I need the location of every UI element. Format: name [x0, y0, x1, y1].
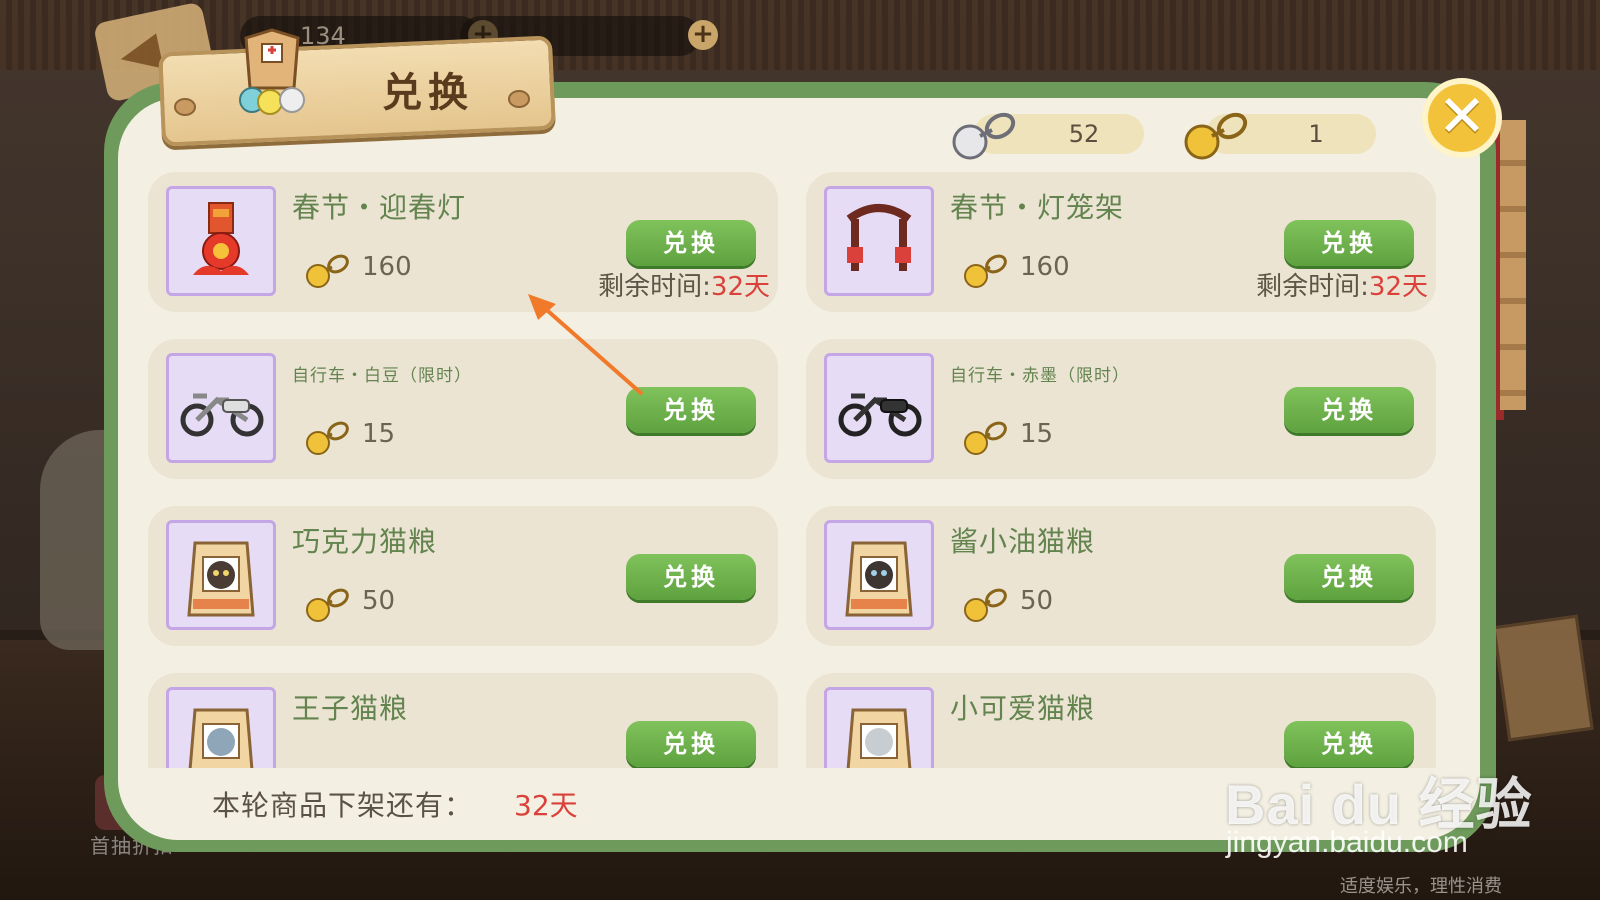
- lantern-rack-icon: [846, 204, 912, 271]
- exchange-button[interactable]: 兑换: [1284, 220, 1414, 266]
- item-card-soy-cat-food[interactable]: 酱小油猫粮 50 兑换: [806, 506, 1436, 646]
- remaining-time-label: 剩余时间:: [1256, 272, 1369, 302]
- baidu-watermark-url: jingyan.baidu.com: [1226, 826, 1468, 859]
- item-name: 春节・灯笼架: [950, 191, 1125, 224]
- lantern-icon: [193, 202, 249, 275]
- item-name: 巧克力猫粮: [292, 525, 438, 558]
- item-list[interactable]: 春节・迎春灯 160 兑换 剩余时间:32天 春节・灯笼架 160 兑换 剩余时…: [140, 170, 1460, 768]
- close-button[interactable]: ✕: [1422, 78, 1502, 158]
- title-board: [158, 35, 556, 147]
- item-price: 15: [362, 419, 396, 449]
- currency-silver: 52: [952, 112, 1144, 160]
- gold-key-coin-icon: [1184, 112, 1248, 160]
- gold-key-coin-icon: [964, 254, 1007, 288]
- item-price: 50: [1020, 586, 1054, 616]
- silver-key-coin-icon: [952, 112, 1016, 160]
- exchange-button[interactable]: 兑换: [626, 220, 756, 266]
- item-name: 自行车・赤墨（限时）: [950, 366, 1130, 386]
- item-name: 酱小油猫粮: [950, 525, 1096, 558]
- remaining-time: 剩余时间:32天: [1256, 266, 1428, 303]
- item-name: 王子猫粮: [292, 692, 409, 725]
- bicycle-icon: [180, 393, 264, 437]
- currency-gold-value: 1: [1308, 120, 1324, 148]
- item-thumbnail: [166, 520, 276, 630]
- item-card-bicycle-white[interactable]: 自行车・白豆（限时） 15 兑换: [148, 339, 778, 479]
- item-card-spring-lantern[interactable]: 春节・迎春灯 160 兑换 剩余时间:32天: [148, 172, 778, 312]
- dialog-title: 兑换: [382, 70, 474, 116]
- currency-silver-value: 52: [1068, 120, 1100, 148]
- item-name: 小可爱猫粮: [950, 692, 1096, 725]
- item-name: 春节・迎春灯: [292, 191, 467, 224]
- exchange-button[interactable]: 兑换: [626, 721, 756, 767]
- footer-note: 适度娱乐，理性消费: [1340, 876, 1502, 897]
- item-thumbnail: [166, 353, 276, 463]
- currency-gold: 1: [1184, 112, 1376, 160]
- item-price: 15: [1020, 419, 1054, 449]
- background-post: [1500, 120, 1526, 410]
- remaining-time-value: 32天: [1368, 272, 1428, 302]
- exchange-machine-icon: [239, 28, 305, 115]
- gold-key-coin-icon: [964, 421, 1007, 455]
- item-price: 160: [1020, 252, 1070, 282]
- footer-days-value: 32天: [514, 789, 578, 822]
- cat-food-bag-icon: [845, 541, 913, 617]
- exchange-button[interactable]: 兑换: [1284, 387, 1414, 433]
- board-nut-icon: [508, 90, 530, 108]
- item-price: 160: [362, 252, 412, 282]
- item-card-cute-cat-food[interactable]: 小可爱猫粮 兑换: [806, 673, 1436, 768]
- board-nut-icon: [174, 98, 196, 116]
- bicycle-icon: [838, 393, 922, 437]
- item-name: 自行车・白豆（限时）: [292, 366, 472, 386]
- background-box: [1492, 614, 1594, 742]
- cat-food-bag-icon: [188, 708, 254, 768]
- item-price: 50: [362, 586, 396, 616]
- gold-key-coin-icon: [306, 588, 349, 622]
- cat-food-bag-icon: [846, 708, 912, 768]
- item-thumbnail: [166, 687, 276, 768]
- item-card-prince-cat-food[interactable]: 王子猫粮 兑换: [148, 673, 778, 768]
- item-card-chocolate-cat-food[interactable]: 巧克力猫粮 50 兑换: [148, 506, 778, 646]
- remaining-time-value: 32天: [710, 272, 770, 302]
- gold-key-coin-icon: [306, 421, 349, 455]
- item-thumbnail: [824, 687, 934, 768]
- item-card-bicycle-red-ink[interactable]: 自行车・赤墨（限时） 15 兑换: [806, 339, 1436, 479]
- item-thumbnail: [824, 186, 934, 296]
- item-thumbnail: [824, 520, 934, 630]
- gold-key-coin-icon: [306, 254, 349, 288]
- gold-key-coin-icon: [964, 588, 1007, 622]
- exchange-button[interactable]: 兑换: [1284, 554, 1414, 600]
- annotation-arrow-icon: [528, 294, 644, 396]
- exchange-button[interactable]: 兑换: [626, 554, 756, 600]
- item-card-lantern-rack[interactable]: 春节・灯笼架 160 兑换 剩余时间:32天: [806, 172, 1436, 312]
- cat-food-bag-icon: [187, 541, 255, 617]
- item-thumbnail: [166, 186, 276, 296]
- footer-label: 本轮商品下架还有：: [212, 789, 474, 822]
- item-thumbnail: [824, 353, 934, 463]
- top-resource-2-add-button[interactable]: +: [688, 20, 718, 50]
